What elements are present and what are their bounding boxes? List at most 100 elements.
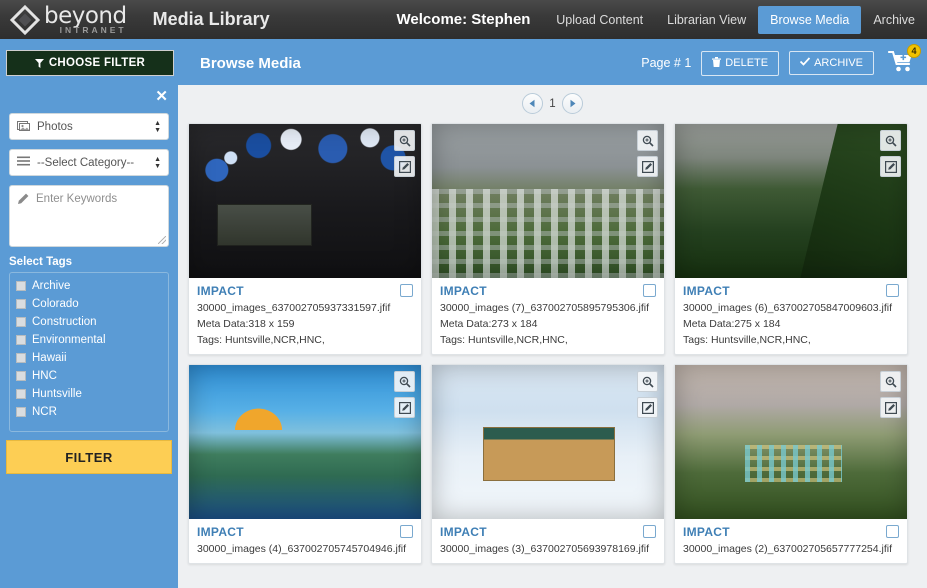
tag-item-ncr[interactable]: NCR [16, 403, 162, 421]
photos-icon [17, 120, 30, 134]
select-tags-label: Select Tags [9, 256, 73, 268]
checkbox-icon[interactable] [16, 299, 26, 309]
archive-button[interactable]: ARCHIVE [789, 51, 874, 75]
magnifier-icon[interactable] [394, 130, 415, 151]
tag-item-hnc[interactable]: HNC [16, 367, 162, 385]
media-type-select[interactable]: Photos ▲ ▼ [9, 113, 169, 140]
select-checkbox[interactable] [643, 284, 656, 297]
filter-sidebar: ✕ Photos ▲ ▼ --Select Category-- ▲ ▼ Ent… [0, 85, 178, 588]
edit-pencil-icon[interactable] [394, 397, 415, 418]
tag-label: NCR [32, 406, 57, 418]
current-page-number: 1 [549, 97, 556, 110]
magnifier-icon[interactable] [637, 130, 658, 151]
edit-pencil-icon[interactable] [394, 156, 415, 177]
media-title: IMPACT [197, 525, 244, 539]
trash-icon [712, 56, 722, 70]
nav-item-browse-media[interactable]: Browse Media [758, 5, 862, 34]
prev-page-button[interactable] [522, 93, 544, 114]
close-icon[interactable]: ✕ [155, 89, 168, 104]
thumbnail-actions [394, 371, 415, 418]
media-title: IMPACT [197, 284, 244, 298]
checkbox-icon[interactable] [16, 335, 26, 345]
tag-item-huntsville[interactable]: Huntsville [16, 385, 162, 403]
page-number-label: Page # 1 [641, 56, 692, 70]
sub-toolbar: CHOOSE FILTER Browse Media Page # 1 DELE… [0, 41, 927, 85]
checkbox-icon[interactable] [16, 353, 26, 363]
select-checkbox[interactable] [400, 284, 413, 297]
delete-label: DELETE [725, 57, 769, 69]
nav-item-librarian-view[interactable]: Librarian View [655, 6, 758, 34]
checkbox-icon[interactable] [16, 281, 26, 291]
thumbnail-vignette [675, 124, 907, 278]
edit-pencil-icon[interactable] [637, 156, 658, 177]
next-page-button[interactable] [561, 93, 583, 114]
nav-item-archive[interactable]: Archive [861, 6, 927, 34]
media-thumbnail[interactable] [432, 124, 664, 278]
thumbnail-actions [880, 371, 901, 418]
nav-item-upload-content[interactable]: Upload Content [544, 6, 655, 34]
edit-pencil-icon[interactable] [880, 156, 901, 177]
media-card[interactable]: IMPACT 30000_images (6)_6370027058470096… [674, 123, 908, 355]
cart-button[interactable]: 4 [884, 43, 921, 78]
tag-item-archive[interactable]: Archive [16, 277, 162, 295]
select-checkbox[interactable] [886, 284, 899, 297]
magnifier-icon[interactable] [637, 371, 658, 392]
select-checkbox[interactable] [643, 525, 656, 538]
textarea-resize-handle[interactable] [158, 236, 166, 244]
magnifier-icon[interactable] [394, 371, 415, 392]
welcome-message: Welcome: Stephen [396, 11, 531, 28]
checkbox-icon[interactable] [16, 389, 26, 399]
tag-item-hawaii[interactable]: Hawaii [16, 349, 162, 367]
tag-label: Huntsville [32, 388, 82, 400]
media-card[interactable]: IMPACT 30000_images (7)_6370027058957953… [431, 123, 665, 355]
edit-pencil-icon[interactable] [880, 397, 901, 418]
choose-filter-button[interactable]: CHOOSE FILTER [6, 50, 174, 76]
delete-button[interactable]: DELETE [701, 50, 780, 76]
tag-item-colorado[interactable]: Colorado [16, 295, 162, 313]
media-title: IMPACT [683, 525, 730, 539]
select-checkbox[interactable] [886, 525, 899, 538]
magnifier-icon[interactable] [880, 130, 901, 151]
keywords-input[interactable]: Enter Keywords [9, 185, 169, 247]
media-thumbnail[interactable] [675, 365, 907, 519]
tag-label: Construction [32, 316, 97, 328]
select-checkbox[interactable] [400, 525, 413, 538]
chevron-right-icon [568, 95, 577, 113]
pencil-icon [17, 193, 29, 208]
checkbox-icon[interactable] [16, 371, 26, 381]
category-value: --Select Category-- [37, 156, 135, 169]
media-thumbnail[interactable] [189, 365, 421, 519]
cart-count-badge: 4 [907, 43, 921, 58]
tag-item-construction[interactable]: Construction [16, 313, 162, 331]
media-type-value: Photos [37, 120, 73, 133]
checkbox-icon[interactable] [16, 407, 26, 417]
media-thumbnail[interactable] [432, 365, 664, 519]
tags-list[interactable]: Archive Colorado Construction Environmen… [9, 272, 169, 432]
thumbnail-vignette [432, 365, 664, 519]
category-select[interactable]: --Select Category-- ▲ ▼ [9, 149, 169, 176]
media-title: IMPACT [440, 284, 487, 298]
toolbar-actions: Page # 1 DELETE ARCHIVE 4 [641, 43, 927, 78]
media-tags: Tags: Huntsville,NCR,HNC, [683, 334, 811, 346]
media-card[interactable]: IMPACT 30000_images (3)_6370027056939781… [431, 364, 665, 564]
thumbnail-actions [637, 371, 658, 418]
media-card[interactable]: IMPACT 30000_images_637002705937331597.j… [188, 123, 422, 355]
edit-pencil-icon[interactable] [637, 397, 658, 418]
tag-item-environmental[interactable]: Environmental [16, 331, 162, 349]
media-metadata: Meta Data:273 x 184 [440, 318, 538, 330]
tag-label: Environmental [32, 334, 106, 346]
media-caption: IMPACT 30000_images (3)_6370027056939781… [432, 519, 664, 563]
media-card[interactable]: IMPACT 30000_images (2)_6370027056577772… [674, 364, 908, 564]
checkbox-icon[interactable] [16, 317, 26, 327]
pagination: 1 [188, 93, 917, 114]
media-card[interactable]: IMPACT 30000_images (4)_6370027057457049… [188, 364, 422, 564]
filter-button[interactable]: FILTER [6, 440, 172, 474]
media-caption: IMPACT 30000_images_637002705937331597.j… [189, 278, 421, 354]
chevron-updown-icon: ▲ ▼ [154, 119, 161, 134]
magnifier-icon[interactable] [880, 371, 901, 392]
funnel-icon [34, 58, 44, 68]
brand-logo[interactable]: beyond INTRANET [0, 4, 127, 35]
chevron-left-icon [528, 95, 537, 113]
media-thumbnail[interactable] [189, 124, 421, 278]
media-thumbnail[interactable] [675, 124, 907, 278]
